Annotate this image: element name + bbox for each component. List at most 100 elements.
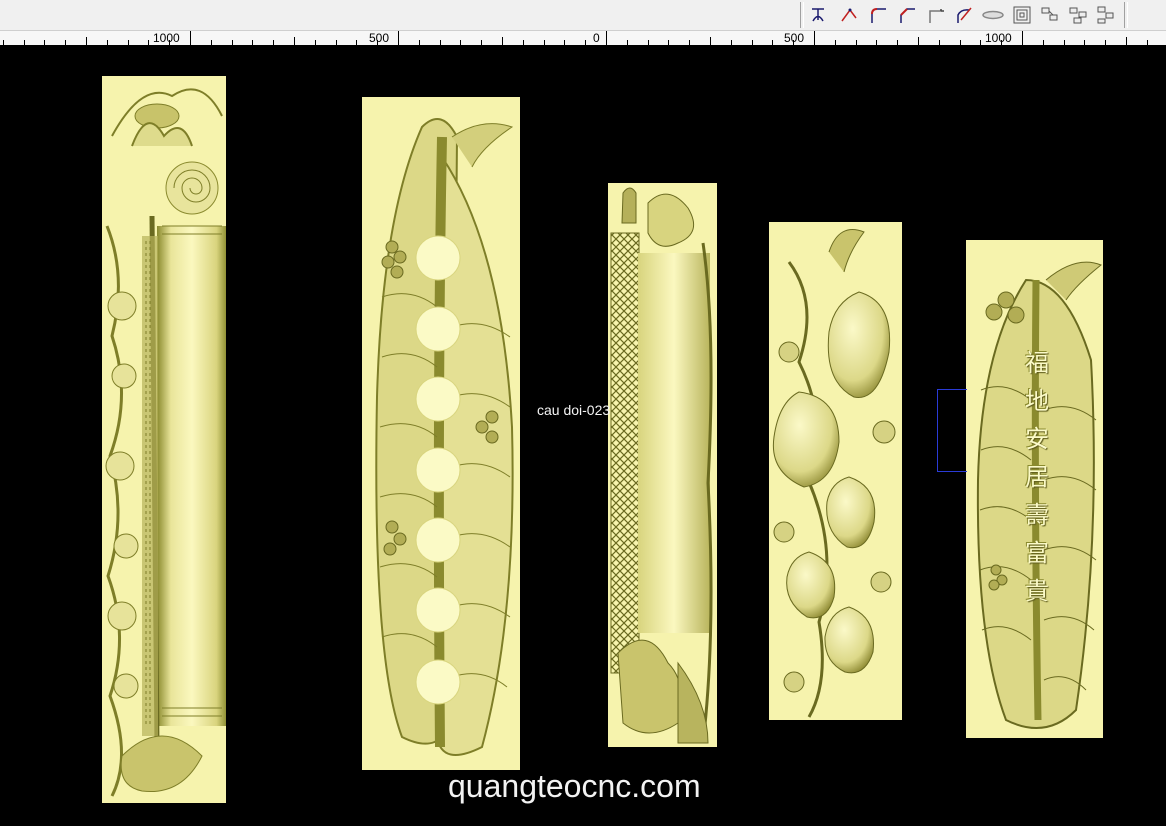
ruler-tick — [897, 40, 898, 45]
selection-box[interactable] — [937, 389, 967, 472]
relief-panel-bamboo-scroll[interactable] — [608, 183, 717, 747]
relief-panel-scroll-blossom[interactable] — [102, 76, 226, 803]
ruler-tick — [44, 40, 45, 45]
ruler-tick — [356, 40, 357, 45]
ruler-tick — [481, 40, 482, 45]
bezier-tool-button[interactable] — [806, 3, 830, 27]
ruler-tick — [731, 40, 732, 45]
toolbar-separator — [1124, 2, 1128, 28]
ruler-tick — [710, 37, 711, 45]
ruler-tick — [627, 40, 628, 45]
ruler-tick — [273, 40, 274, 45]
ungroup-tool-button[interactable] — [1066, 3, 1090, 27]
trim-tool-icon — [957, 7, 972, 23]
ruler-tick — [523, 40, 524, 45]
chamfer-tool-button[interactable] — [895, 3, 919, 27]
relief-artwork — [105, 88, 226, 797]
ruler-tick — [856, 40, 857, 45]
ruler-tick — [960, 40, 961, 45]
ellipse-tool-button[interactable] — [981, 3, 1005, 27]
line-tool-icon — [841, 8, 857, 22]
ruler-tick — [1043, 40, 1044, 45]
ruler-tick — [939, 40, 940, 45]
ruler-tick — [398, 31, 399, 45]
ruler-tick — [128, 40, 129, 45]
relief-character: 安 — [1025, 425, 1049, 453]
ruler-tick — [752, 40, 753, 45]
ruler-label: 500 — [784, 31, 805, 45]
relief-character: 福 — [1025, 349, 1049, 377]
fillet-tool-icon — [871, 8, 886, 23]
ruler-tick — [24, 40, 25, 45]
ruler-tick — [440, 40, 441, 45]
relief-character: 壽 — [1025, 501, 1049, 529]
ruler-tick — [1126, 37, 1127, 45]
relief-character: 貴 — [1025, 577, 1049, 605]
horizontal-ruler[interactable]: 1000 500 0 500 1000 — [0, 31, 1166, 46]
group-tool-button[interactable] — [1038, 3, 1062, 27]
watermark-text: quangteocnc.com — [448, 768, 701, 804]
ruler-label: 500 — [369, 31, 390, 45]
ruler-tick — [460, 40, 461, 45]
ruler-tick — [1084, 40, 1085, 45]
ruler-tick — [1147, 40, 1148, 45]
ruler-tick — [876, 40, 877, 45]
arrange-tool-icon — [1097, 6, 1114, 24]
ruler-tick — [211, 40, 212, 45]
relief-characters: 福 地 安 居 壽 富 貴 — [1019, 344, 1055, 610]
ruler-tick — [544, 40, 545, 45]
ruler-tick — [232, 40, 233, 45]
ruler-tick — [148, 40, 149, 45]
ruler-tick — [65, 40, 66, 45]
ruler-tick — [336, 40, 337, 45]
ruler-tick — [419, 40, 420, 45]
offset-tool-button[interactable] — [1010, 3, 1034, 27]
ruler-tick — [668, 40, 669, 45]
relief-panel-peaches[interactable] — [769, 222, 902, 720]
ruler-label: 1000 — [985, 31, 1012, 45]
ruler-tick — [502, 37, 503, 45]
ruler-label: 0 — [593, 31, 600, 45]
ruler-tick — [107, 40, 108, 45]
ruler-tick — [190, 31, 191, 45]
ruler-tick — [606, 31, 607, 45]
chamfer-tool-icon — [900, 8, 915, 23]
ruler-tick — [252, 40, 253, 45]
arrange-tool-button[interactable] — [1094, 3, 1118, 27]
ruler-tick — [814, 31, 815, 45]
ruler-label: 1000 — [153, 31, 180, 45]
trim-tool-button[interactable] — [952, 3, 976, 27]
corner-tool-button[interactable] — [924, 3, 948, 27]
relief-panel-leaf-characters[interactable]: 福 地 安 居 壽 富 貴 — [966, 240, 1103, 738]
relief-artwork — [772, 229, 896, 718]
relief-artwork — [610, 187, 713, 744]
toolbar-separator — [800, 2, 804, 28]
toolbar — [0, 0, 1166, 31]
ungroup-tool-icon — [1069, 7, 1087, 24]
ruler-tick — [1064, 40, 1065, 45]
ruler-tick — [648, 40, 649, 45]
ruler-tick — [918, 37, 919, 45]
ruler-tick — [1022, 31, 1023, 45]
ruler-tick — [564, 40, 565, 45]
relief-artwork — [375, 118, 514, 756]
relief-panel-leaf-grapes[interactable] — [362, 97, 520, 770]
object-name-label: cau doi-023 — [537, 402, 611, 418]
offset-tool-icon — [1013, 6, 1031, 24]
ruler-tick — [835, 40, 836, 45]
ruler-tick — [585, 40, 586, 45]
ellipse-tool-icon — [982, 10, 1004, 20]
ruler-tick — [689, 40, 690, 45]
ruler-tick — [315, 40, 316, 45]
ruler-tick — [86, 37, 87, 45]
fillet-tool-button[interactable] — [866, 3, 890, 27]
ruler-tick — [294, 37, 295, 45]
group-tool-icon — [1041, 7, 1058, 21]
line-tool-button[interactable] — [837, 3, 861, 27]
ruler-tick — [772, 40, 773, 45]
corner-tool-icon — [929, 9, 944, 23]
relief-character: 地 — [1025, 387, 1049, 415]
ruler-tick — [980, 40, 981, 45]
bezier-tool-icon — [812, 8, 824, 22]
ruler-tick — [1105, 40, 1106, 45]
